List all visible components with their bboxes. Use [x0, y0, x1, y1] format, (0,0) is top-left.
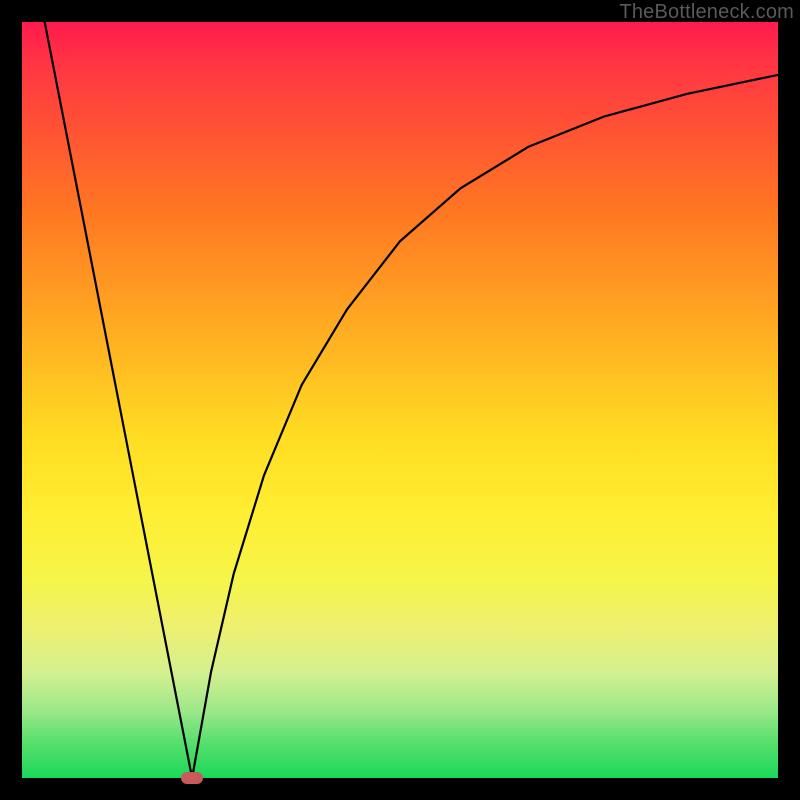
watermark-text: TheBottleneck.com — [619, 1, 794, 24]
curve-path — [45, 22, 778, 778]
chart-container: TheBottleneck.com — [0, 0, 800, 800]
curve-svg — [22, 22, 778, 778]
min-marker — [181, 772, 203, 784]
plot-area — [22, 22, 778, 778]
